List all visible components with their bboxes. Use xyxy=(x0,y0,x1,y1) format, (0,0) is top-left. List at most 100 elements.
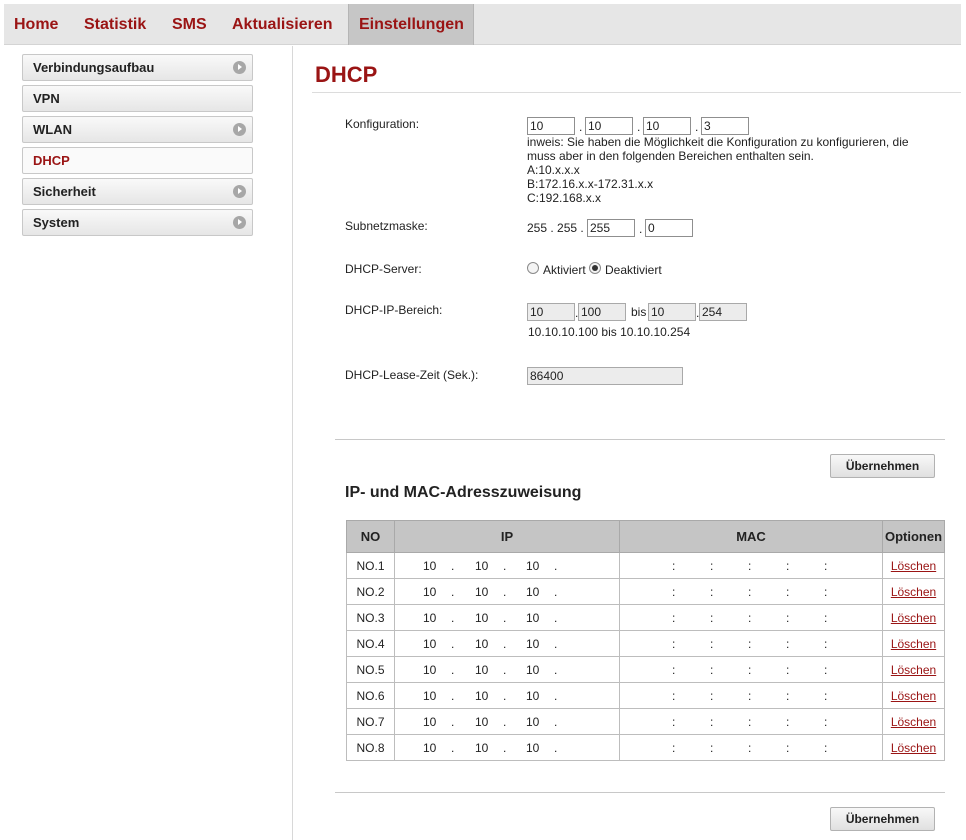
tab-home[interactable]: Home xyxy=(4,4,68,45)
subnet-octet-3[interactable] xyxy=(587,219,635,237)
sidebar-divider xyxy=(292,46,293,840)
ip-octet[interactable]: 10 xyxy=(475,741,488,755)
mac-cell[interactable]: ::::: xyxy=(619,708,883,735)
delete-link[interactable]: Löschen xyxy=(891,663,936,677)
ip-octet[interactable]: 10 xyxy=(423,637,436,651)
sidebar-item-label: Sicherheit xyxy=(33,184,96,199)
config-octet-4[interactable] xyxy=(701,117,749,135)
ip-octet[interactable]: 10 xyxy=(526,741,539,755)
sidebar-item-sicherheit[interactable]: Sicherheit xyxy=(22,178,253,205)
ip-octet[interactable]: 10 xyxy=(526,637,539,651)
ip-cell[interactable]: 10. 10. 10. xyxy=(394,682,620,709)
ip-range-start-octet-4[interactable] xyxy=(578,303,626,321)
mac-separator: : xyxy=(786,741,790,755)
ip-cell[interactable]: 10. 10. 10. xyxy=(394,552,620,579)
sidebar-item-system[interactable]: System xyxy=(22,209,253,236)
ip-octet[interactable]: 10 xyxy=(526,585,539,599)
ip-octet[interactable]: 10 xyxy=(475,689,488,703)
ip-octet[interactable]: 10 xyxy=(423,585,436,599)
table-row: NO.6 10. 10. 10.::::: Löschen xyxy=(346,682,945,709)
ip-separator: . xyxy=(554,637,558,651)
ip-octet[interactable]: 10 xyxy=(423,689,436,703)
mac-separator: : xyxy=(786,637,790,651)
ip-octet[interactable]: 10 xyxy=(526,715,539,729)
mac-separator: : xyxy=(710,741,714,755)
apply-button-bottom[interactable]: Übernehmen xyxy=(830,807,935,831)
ip-cell[interactable]: 10. 10. 10. xyxy=(394,734,620,761)
ip-octet[interactable]: 10 xyxy=(423,559,436,573)
mac-cell[interactable]: ::::: xyxy=(619,630,883,657)
delete-link[interactable]: Löschen xyxy=(891,611,936,625)
sidebar: Verbindungsaufbau VPN WLAN DHCP Sicherhe… xyxy=(22,54,253,240)
ip-separator: . xyxy=(503,585,507,599)
table-row: NO.7 10. 10. 10.::::: Löschen xyxy=(346,708,945,735)
table-row: NO.8 10. 10. 10.::::: Löschen xyxy=(346,734,945,761)
delete-link[interactable]: Löschen xyxy=(891,741,936,755)
ip-separator: . xyxy=(451,585,455,599)
mac-separator: : xyxy=(824,715,828,729)
ip-cell[interactable]: 10. 10. 10. xyxy=(394,604,620,631)
delete-link[interactable]: Löschen xyxy=(891,715,936,729)
ip-range-start-octet-3 xyxy=(527,303,575,321)
subnet-octet-4[interactable] xyxy=(645,219,693,237)
ip-octet[interactable]: 10 xyxy=(423,741,436,755)
ip-cell[interactable]: 10. 10. 10. xyxy=(394,656,620,683)
config-octet-3[interactable] xyxy=(643,117,691,135)
ip-octet[interactable]: 10 xyxy=(475,559,488,573)
ip-octet[interactable]: 10 xyxy=(475,637,488,651)
ip-separator: . xyxy=(451,637,455,651)
mac-separator: : xyxy=(672,741,676,755)
radio-deaktiviert[interactable] xyxy=(589,262,601,274)
mac-separator: : xyxy=(824,611,828,625)
mac-separator: : xyxy=(786,715,790,729)
ip-octet[interactable]: 10 xyxy=(423,663,436,677)
ip-octet[interactable]: 10 xyxy=(475,585,488,599)
config-octet-1[interactable] xyxy=(527,117,575,135)
ip-cell[interactable]: 10. 10. 10. xyxy=(394,578,620,605)
column-header-options: Optionen xyxy=(882,520,945,553)
ip-separator: . xyxy=(451,715,455,729)
ip-separator: . xyxy=(554,715,558,729)
ip-octet[interactable]: 10 xyxy=(526,559,539,573)
mac-cell[interactable]: ::::: xyxy=(619,656,883,683)
mac-cell[interactable]: ::::: xyxy=(619,682,883,709)
mac-cell[interactable]: ::::: xyxy=(619,552,883,579)
mac-separator: : xyxy=(748,689,752,703)
sidebar-item-dhcp[interactable]: DHCP xyxy=(22,147,253,174)
ip-octet[interactable]: 10 xyxy=(475,715,488,729)
tab-aktualisieren[interactable]: Aktualisieren xyxy=(222,4,342,45)
mac-separator: : xyxy=(786,689,790,703)
ip-octet[interactable]: 10 xyxy=(423,715,436,729)
radio-deaktiviert-label: Deaktiviert xyxy=(605,263,662,277)
radio-aktiviert[interactable] xyxy=(527,262,539,274)
tab-statistik[interactable]: Statistik xyxy=(74,4,156,45)
mac-cell[interactable]: ::::: xyxy=(619,578,883,605)
apply-button[interactable]: Übernehmen xyxy=(830,454,935,478)
tab-sms[interactable]: SMS xyxy=(162,4,217,45)
mac-cell[interactable]: ::::: xyxy=(619,604,883,631)
delete-link[interactable]: Löschen xyxy=(891,637,936,651)
ip-octet[interactable]: 10 xyxy=(423,611,436,625)
delete-link[interactable]: Löschen xyxy=(891,585,936,599)
ip-range-end-octet-4[interactable] xyxy=(699,303,747,321)
tab-einstellungen[interactable]: Einstellungen xyxy=(348,4,474,45)
delete-link[interactable]: Löschen xyxy=(891,689,936,703)
config-octet-2[interactable] xyxy=(585,117,633,135)
ip-cell[interactable]: 10. 10. 10. xyxy=(394,630,620,657)
sidebar-item-label: DHCP xyxy=(33,153,70,168)
sidebar-item-verbindungsaufbau[interactable]: Verbindungsaufbau xyxy=(22,54,253,81)
row-number: NO.8 xyxy=(346,734,395,761)
ip-octet[interactable]: 10 xyxy=(526,663,539,677)
ip-octet[interactable]: 10 xyxy=(526,689,539,703)
ip-cell[interactable]: 10. 10. 10. xyxy=(394,708,620,735)
ip-octet[interactable]: 10 xyxy=(475,663,488,677)
sidebar-item-wlan[interactable]: WLAN xyxy=(22,116,253,143)
ip-octet[interactable]: 10 xyxy=(526,611,539,625)
sidebar-item-vpn[interactable]: VPN xyxy=(22,85,253,112)
mac-separator: : xyxy=(786,611,790,625)
table-row: NO.2 10. 10. 10.::::: Löschen xyxy=(346,578,945,605)
mac-cell[interactable]: ::::: xyxy=(619,734,883,761)
lease-time-field[interactable] xyxy=(527,367,683,385)
delete-link[interactable]: Löschen xyxy=(891,559,936,573)
ip-octet[interactable]: 10 xyxy=(475,611,488,625)
